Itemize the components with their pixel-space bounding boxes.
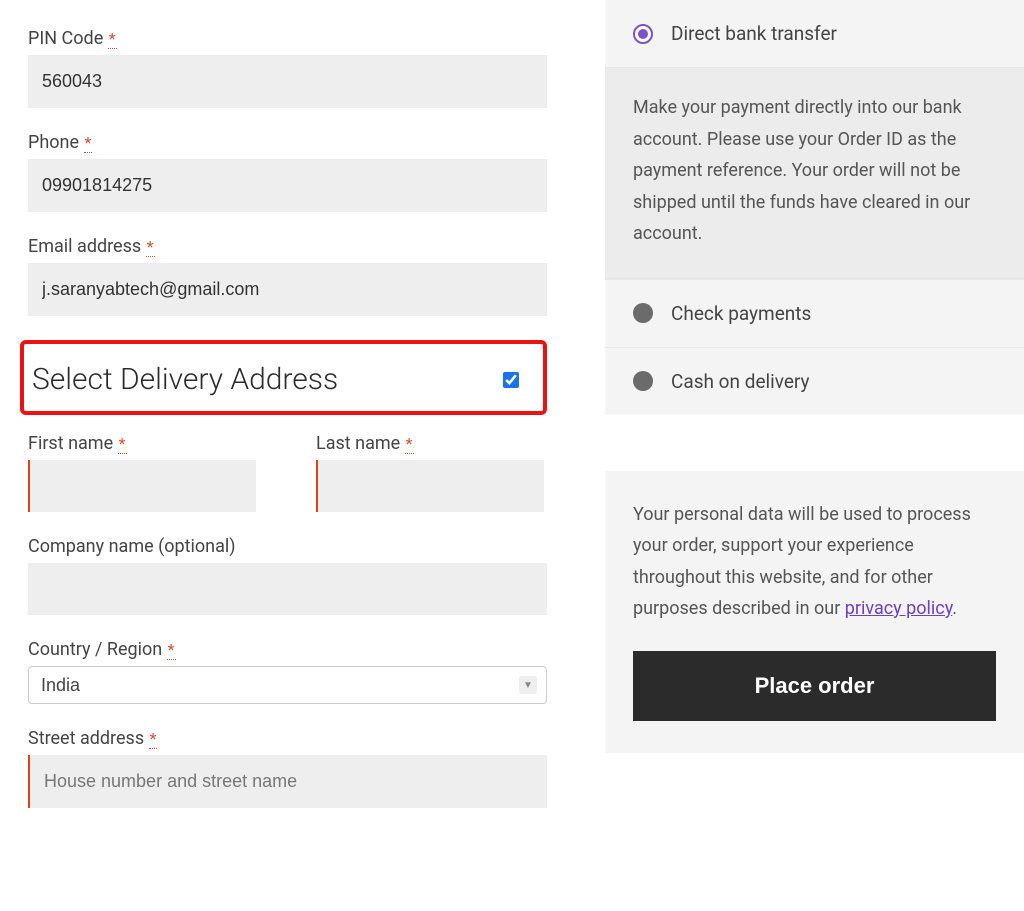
privacy-text-suffix: .	[952, 598, 957, 619]
email-label-text: Email address	[28, 236, 141, 257]
pin-code-label-text: PIN Code	[28, 28, 103, 49]
privacy-and-place-order-block: Your personal data will be used to proce…	[605, 471, 1024, 753]
last-name-field: Last name *	[316, 433, 544, 512]
delivery-address-checkbox[interactable]	[503, 372, 519, 388]
email-label: Email address *	[28, 236, 547, 257]
radio-unselected-icon	[633, 303, 653, 323]
street-label-text: Street address	[28, 728, 144, 749]
street-field: Street address *	[28, 728, 547, 808]
required-marker: *	[108, 29, 117, 49]
first-name-label: First name *	[28, 433, 256, 454]
street-input[interactable]	[28, 755, 547, 808]
first-name-label-text: First name	[28, 433, 113, 454]
required-marker: *	[146, 237, 155, 257]
last-name-input[interactable]	[316, 460, 544, 512]
payment-option-bank-transfer[interactable]: Direct bank transfer	[605, 0, 1024, 67]
payment-option-label: Check payments	[671, 302, 811, 325]
required-marker: *	[118, 434, 127, 454]
radio-unselected-icon	[633, 371, 653, 391]
payment-option-cod[interactable]: Cash on delivery	[605, 347, 1024, 415]
company-field: Company name (optional)	[28, 536, 547, 615]
radio-selected-icon	[633, 24, 653, 44]
privacy-text: Your personal data will be used to proce…	[633, 499, 996, 625]
required-marker: *	[405, 434, 414, 454]
last-name-label: Last name *	[316, 433, 544, 454]
country-label-text: Country / Region	[28, 639, 162, 660]
country-field: Country / Region * India ▼	[28, 639, 547, 704]
payment-option-label: Direct bank transfer	[671, 22, 837, 45]
company-label: Company name (optional)	[28, 536, 547, 557]
pin-code-label: PIN Code *	[28, 28, 547, 49]
place-order-button[interactable]: Place order	[633, 651, 996, 721]
payment-methods-box: Direct bank transfer Make your payment d…	[605, 0, 1024, 415]
pin-code-field: PIN Code *	[28, 28, 547, 108]
first-name-input[interactable]	[28, 460, 256, 512]
last-name-label-text: Last name	[316, 433, 400, 454]
email-input[interactable]	[28, 263, 547, 316]
phone-field: Phone *	[28, 132, 547, 212]
required-marker: *	[84, 133, 93, 153]
delivery-address-section-header: Select Delivery Address	[20, 340, 547, 415]
payment-option-check[interactable]: Check payments	[605, 279, 1024, 347]
email-field: Email address *	[28, 236, 547, 316]
country-select[interactable]: India	[28, 666, 547, 704]
payment-bank-transfer-description: Make your payment directly into our bank…	[605, 67, 1024, 279]
first-name-field: First name *	[28, 433, 256, 512]
street-label: Street address *	[28, 728, 547, 749]
pin-code-input[interactable]	[28, 55, 547, 108]
privacy-policy-link[interactable]: privacy policy	[845, 598, 953, 619]
phone-label-text: Phone	[28, 132, 79, 153]
phone-label: Phone *	[28, 132, 547, 153]
required-marker: *	[167, 640, 176, 660]
country-label: Country / Region *	[28, 639, 547, 660]
payment-option-label: Cash on delivery	[671, 370, 810, 393]
phone-input[interactable]	[28, 159, 547, 212]
delivery-address-title: Select Delivery Address	[32, 362, 338, 397]
required-marker: *	[149, 729, 158, 749]
company-input[interactable]	[28, 563, 547, 615]
